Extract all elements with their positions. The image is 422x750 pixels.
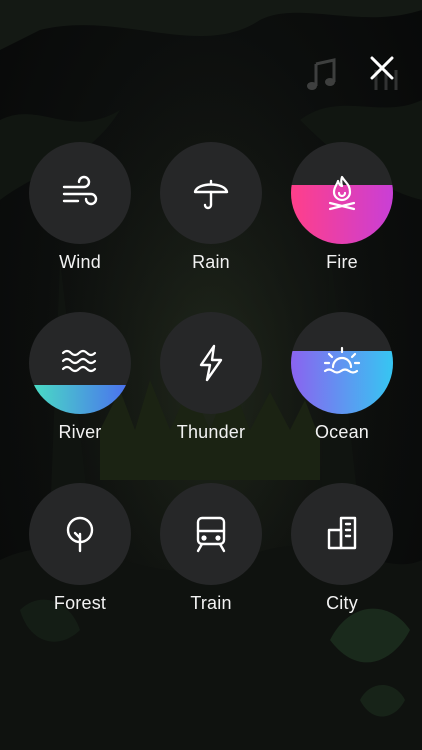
sound-label: Fire bbox=[326, 252, 358, 272]
sound-label: Train bbox=[190, 593, 232, 613]
wind-icon bbox=[62, 175, 98, 206]
sound-toggle-circle[interactable] bbox=[291, 483, 393, 585]
campfire-icon bbox=[328, 175, 356, 211]
sound-label: Wind bbox=[59, 252, 101, 272]
tree-icon bbox=[66, 516, 94, 553]
umbrella-icon bbox=[193, 179, 229, 210]
train-icon bbox=[196, 516, 226, 553]
sound-toggle-circle[interactable] bbox=[291, 142, 393, 244]
sound-tile-forest[interactable]: Forest bbox=[25, 483, 135, 628]
sound-tile-rain[interactable]: Rain bbox=[156, 142, 266, 287]
building-icon bbox=[327, 516, 357, 550]
sound-label: River bbox=[58, 422, 102, 442]
sound-tile-train[interactable]: Train bbox=[156, 483, 266, 628]
sound-toggle-circle[interactable] bbox=[160, 483, 262, 585]
sound-toggle-circle[interactable] bbox=[160, 312, 262, 414]
sound-tile-thunder[interactable]: Thunder bbox=[156, 312, 266, 457]
sound-label: Rain bbox=[192, 252, 230, 272]
sound-grid: Wind Rain Fire River Thunder Ocean Fores… bbox=[0, 0, 422, 750]
sound-toggle-circle[interactable] bbox=[29, 312, 131, 414]
sound-label: Forest bbox=[53, 593, 107, 613]
sound-toggle-circle[interactable] bbox=[160, 142, 262, 244]
sound-tile-wind[interactable]: Wind bbox=[25, 142, 135, 287]
sound-label: City bbox=[326, 593, 358, 613]
sound-label: Ocean bbox=[314, 422, 370, 442]
sound-tile-river[interactable]: River bbox=[25, 312, 135, 457]
sound-toggle-circle[interactable] bbox=[29, 142, 131, 244]
sound-toggle-circle[interactable] bbox=[29, 483, 131, 585]
waves-icon bbox=[61, 349, 97, 373]
sound-tile-city[interactable]: City bbox=[287, 483, 397, 628]
sunset-icon bbox=[323, 346, 361, 374]
sound-tile-fire[interactable]: Fire bbox=[287, 142, 397, 287]
lightning-icon bbox=[199, 344, 223, 382]
sound-mixer-screen: Wind Rain Fire River Thunder Ocean Fores… bbox=[0, 0, 422, 750]
sound-label: Thunder bbox=[176, 422, 246, 442]
sound-tile-ocean[interactable]: Ocean bbox=[287, 312, 397, 457]
sound-toggle-circle[interactable] bbox=[291, 312, 393, 414]
